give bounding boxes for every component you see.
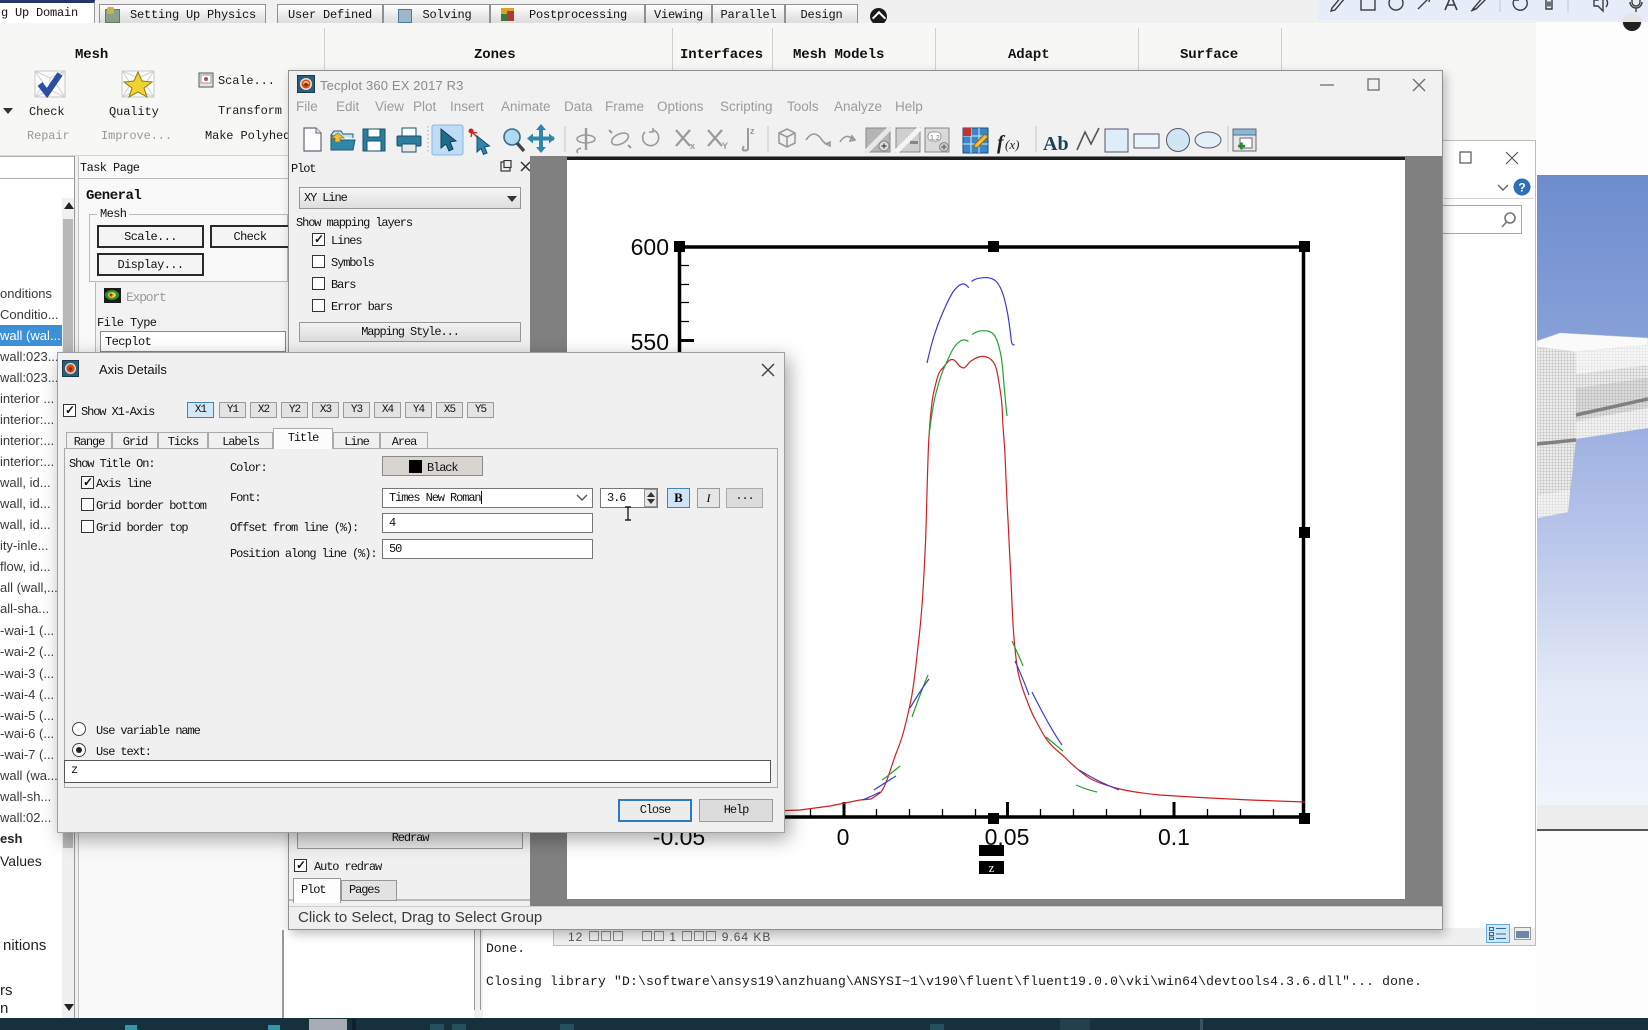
- svg-text:z: z: [750, 126, 755, 136]
- svg-text:600: 600: [631, 234, 669, 260]
- svg-text:x: x: [690, 141, 695, 151]
- svg-text:?: ?: [1518, 181, 1525, 195]
- svg-text:(x): (x): [1005, 137, 1019, 152]
- svg-text:0: 0: [837, 824, 850, 850]
- svg-text:Ab: Ab: [1043, 133, 1069, 155]
- svg-text:1.2: 1.2: [930, 135, 940, 142]
- svg-text:0.1: 0.1: [1158, 824, 1190, 850]
- svg-text:Y: Y: [722, 141, 728, 151]
- svg-text:z: z: [989, 860, 995, 875]
